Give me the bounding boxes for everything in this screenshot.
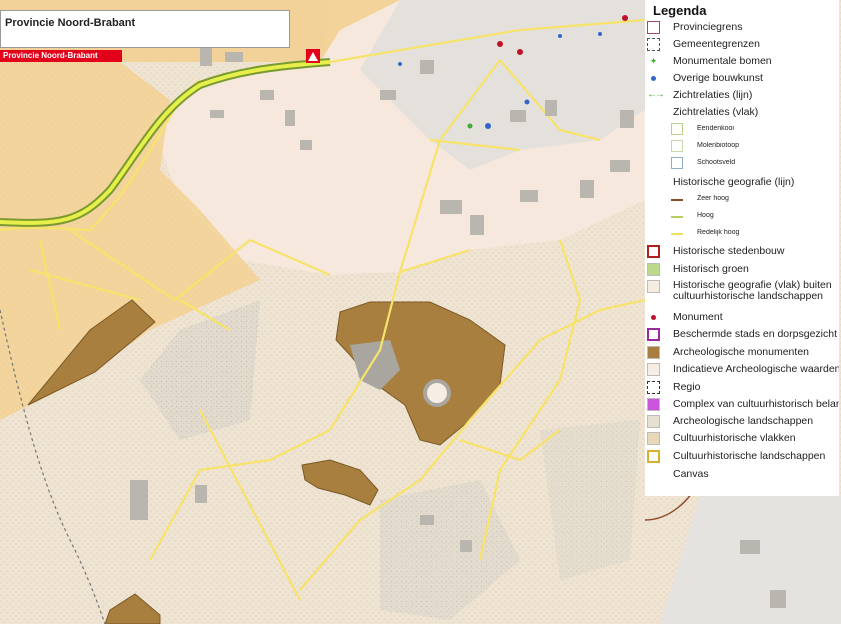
legend-item: Zeer hoog	[645, 192, 839, 208]
legend-label: Historische geografie (lijn)	[673, 176, 795, 188]
legend-label: Zichtrelaties (lijn)	[673, 89, 753, 101]
legend-item: Indicatieve Archeologische waarden	[645, 362, 839, 378]
legend-symbol-icon	[671, 227, 683, 239]
legend-item: Historische stedenbouw	[645, 244, 839, 260]
legend-label: Monumentale bomen	[673, 55, 772, 67]
legend-symbol-icon	[647, 263, 660, 276]
legend-item: Redelijk hoog	[645, 226, 839, 242]
legend-item: Canvas	[645, 467, 839, 483]
legend-label: Hoog	[697, 212, 714, 219]
legend-item: Regio	[645, 380, 839, 396]
legend-symbol-icon	[671, 140, 683, 152]
legend-item: Molenbiotoop	[645, 139, 839, 155]
building-ring	[423, 379, 451, 407]
legend-item: Monument	[645, 310, 839, 326]
legend-symbol-icon	[647, 21, 660, 34]
legend-item: Provinciegrens	[645, 20, 839, 36]
legend-item: Hoog	[645, 209, 839, 225]
legend-label: Archeologische monumenten	[673, 346, 809, 358]
legend-item: Archeologische monumenten	[645, 345, 839, 361]
legend-label: Eendenkooi	[697, 125, 734, 132]
legend-symbol-icon	[647, 432, 660, 445]
legend-item: Beschermde stads en dorpsgezicht	[645, 327, 839, 343]
legend-label: Monument	[673, 311, 723, 323]
legend-item: Historische geografie (vlak) buiten cult…	[645, 279, 839, 302]
legend-symbol-icon	[647, 450, 660, 463]
legend-symbol-icon	[647, 328, 660, 341]
legend-label: Schootsveld	[697, 159, 736, 166]
legend-panel: Legenda Provinciegrens Gemeentegrenzen ✦ Mo…	[645, 0, 839, 496]
province-logo-icon	[306, 49, 320, 63]
legend-label: Provinciegrens	[673, 21, 743, 33]
legend-symbol-icon	[647, 398, 660, 411]
legend-symbol-icon	[647, 245, 660, 258]
legend-symbol-icon: ←→	[647, 89, 665, 100]
legend-symbol-icon: ✦	[649, 56, 658, 66]
legend-item: ✦ Monumentale bomen	[645, 54, 839, 70]
legend-label: Zichtrelaties (vlak)	[673, 106, 759, 118]
legend-symbol-icon	[671, 123, 683, 135]
legend-symbol-icon	[647, 346, 660, 359]
legend-label: Gemeentegrenzen	[673, 38, 760, 50]
legend-item: Archeologische landschappen	[645, 414, 839, 430]
legend-item: Schootsveld	[645, 156, 839, 172]
legend-item: ←→ Zichtrelaties (lijn)	[645, 88, 839, 104]
brand-label: Provincie Noord-Brabant	[3, 51, 98, 60]
legend-label: Cultuurhistorische vlakken	[673, 432, 796, 444]
legend-symbol-icon	[647, 363, 660, 376]
legend-label: Historisch groen	[673, 263, 749, 275]
map-title: Provincie Noord-Brabant	[5, 17, 136, 29]
legend-item: Complex van cultuurhistorisch belang	[645, 397, 839, 413]
legend-label: Historische geografie (vlak) buiten cult…	[673, 280, 832, 302]
legend-label: Indicatieve Archeologische waarden	[673, 363, 839, 375]
legend-label: Redelijk hoog	[697, 229, 740, 236]
legend-item: Gemeentegrenzen	[645, 37, 839, 53]
legend-item: Cultuurhistorische landschappen	[645, 449, 839, 465]
legend-symbol-icon	[671, 193, 683, 205]
legend-item: Eendenkooi	[645, 122, 839, 138]
legend-label: Zeer hoog	[697, 195, 729, 202]
legend-label: Overige bouwkunst	[673, 72, 763, 84]
legend-item: Historisch groen	[645, 262, 839, 278]
legend-symbol-icon	[647, 415, 660, 428]
legend-item: Cultuurhistorische vlakken	[645, 431, 839, 447]
legend-label: Complex van cultuurhistorisch belang	[673, 398, 839, 410]
legend-symbol-icon	[647, 311, 660, 324]
legend-label: Cultuurhistorische landschappen	[673, 450, 826, 462]
legend-item: Overige bouwkunst	[645, 71, 839, 87]
legend-label: Historische stedenbouw	[673, 245, 785, 257]
legend-label: Molenbiotoop	[697, 142, 740, 149]
legend-item: Zichtrelaties (vlak)	[645, 105, 839, 121]
legend-symbol-icon	[671, 210, 683, 222]
legend-symbol-icon	[671, 157, 683, 169]
legend-label: Beschermde stads en dorpsgezicht	[673, 328, 838, 340]
legend-label: Canvas	[673, 468, 709, 480]
legend-label: Regio	[673, 381, 701, 393]
map-title-box: Provincie Noord-Brabant	[0, 10, 290, 48]
legend-item: Historische geografie (lijn)	[645, 175, 839, 191]
legend-symbol-icon	[647, 280, 660, 293]
legend-label: Archeologische landschappen	[673, 415, 814, 427]
legend-title: Legenda	[653, 3, 707, 18]
legend-symbol-icon	[647, 72, 660, 85]
brand-bar: Provincie Noord-Brabant	[0, 50, 122, 62]
legend-symbol-icon	[647, 381, 660, 394]
legend-symbol-icon	[647, 38, 660, 51]
